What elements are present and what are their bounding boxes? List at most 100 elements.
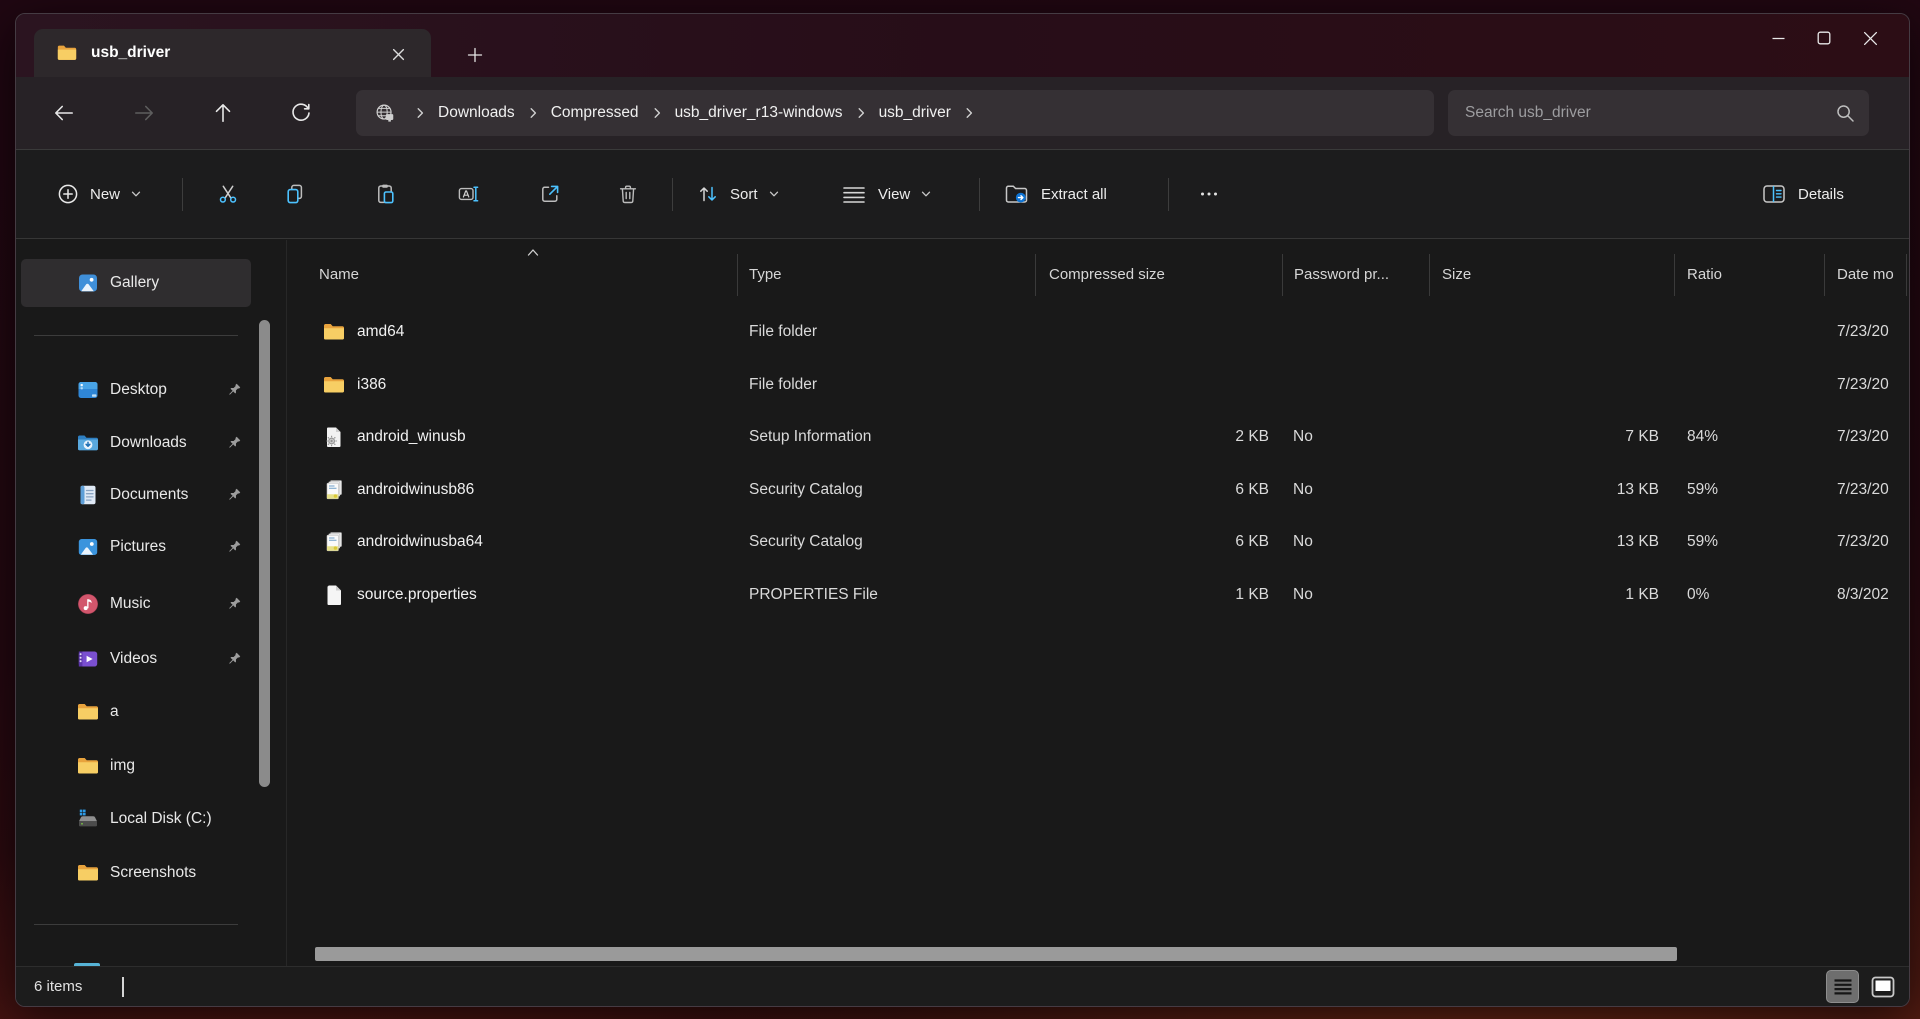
pictures-icon (76, 535, 100, 559)
breadcrumb-chevron-icon[interactable] (855, 107, 867, 119)
details-pane-button[interactable]: Details (1756, 150, 1848, 238)
share-button[interactable] (530, 174, 570, 214)
toolbar-divider (979, 178, 980, 211)
rename-icon (456, 182, 480, 206)
column-header-password[interactable]: Password pr... (1294, 266, 1389, 283)
sidebar-item-pictures[interactable]: Pictures (21, 523, 251, 571)
file-date-modified: 7/23/20 (1837, 323, 1889, 341)
pin-icon (225, 595, 243, 613)
folder-icon (322, 373, 346, 397)
sidebar-item-img[interactable]: img (21, 742, 251, 790)
back-button[interactable] (44, 93, 84, 133)
column-divider[interactable] (1429, 254, 1430, 296)
pin-icon (225, 434, 243, 452)
paste-button[interactable] (366, 174, 406, 214)
table-row[interactable]: android_winusb Setup Information 2 KB No… (287, 411, 1909, 464)
sidebar-item-downloads[interactable]: Downloads (21, 419, 251, 467)
file-name: androidwinusba64 (357, 533, 483, 551)
column-divider[interactable] (1906, 254, 1907, 296)
details-view-toggle[interactable] (1826, 970, 1859, 1003)
breadcrumb-chevron-icon[interactable] (651, 107, 663, 119)
close-button[interactable] (1847, 20, 1893, 56)
table-row[interactable]: androidwinusb86 Security Catalog 6 KB No… (287, 464, 1909, 517)
breadcrumb-item[interactable]: usb_driver_r13-windows (675, 104, 843, 122)
table-row[interactable]: androidwinusba64 Security Catalog 6 KB N… (287, 516, 1909, 569)
file-size: 7 KB (1442, 428, 1659, 446)
refresh-button[interactable] (281, 93, 321, 133)
minimize-button[interactable] (1755, 20, 1801, 56)
sidebar-item-label: Pictures (110, 538, 166, 556)
sidebar-item-gallery[interactable]: Gallery (21, 259, 251, 307)
new-button[interactable]: New (52, 150, 146, 238)
file-name: android_winusb (357, 428, 466, 446)
sidebar-separator (34, 924, 238, 925)
breadcrumb-item[interactable]: usb_driver (879, 104, 951, 122)
view-button[interactable]: View (836, 150, 936, 238)
forward-button[interactable] (124, 93, 164, 133)
sidebar-item-screenshots[interactable]: Screenshots (21, 849, 251, 897)
up-button[interactable] (203, 93, 243, 133)
breadcrumb-item[interactable]: Compressed (551, 104, 639, 122)
copy-button[interactable] (275, 174, 315, 214)
horizontal-scrollbar[interactable] (315, 947, 1677, 961)
extract-folder-icon (1003, 180, 1031, 208)
column-header-name[interactable]: Name (319, 266, 359, 283)
sort-label: Sort (730, 186, 758, 203)
sidebar-item-videos[interactable]: Videos (21, 635, 251, 683)
maximize-button[interactable] (1801, 20, 1847, 56)
search-icon[interactable] (1835, 103, 1855, 123)
column-divider[interactable] (737, 254, 738, 296)
sort-button[interactable]: Sort (692, 150, 784, 238)
file-name: amd64 (357, 323, 404, 341)
sidebar-item-label: Local Disk (C:) (110, 810, 212, 828)
extract-all-label: Extract all (1041, 186, 1107, 203)
column-header-date-modified[interactable]: Date mo (1837, 266, 1894, 283)
search-box[interactable] (1448, 90, 1869, 136)
breadcrumb-item[interactable]: Downloads (438, 104, 515, 122)
column-divider[interactable] (1282, 254, 1283, 296)
column-header-compressed-size[interactable]: Compressed size (1049, 266, 1165, 283)
delete-button[interactable] (608, 174, 648, 214)
sidebar-item-label: Screenshots (110, 864, 196, 882)
sidebar-item-music[interactable]: Music (21, 580, 251, 628)
globe-monitor-icon[interactable] (374, 102, 396, 124)
see-more-button[interactable] (1189, 174, 1229, 214)
tab-usb-driver[interactable]: usb_driver (34, 29, 431, 77)
sidebar-item-desktop[interactable]: Desktop (21, 366, 251, 414)
column-divider[interactable] (1824, 254, 1825, 296)
column-header-type[interactable]: Type (749, 266, 782, 283)
new-tab-button[interactable] (459, 39, 491, 71)
sidebar-scrollbar[interactable] (259, 320, 270, 787)
downloads-icon (76, 431, 100, 455)
file-type: Security Catalog (749, 481, 863, 499)
breadcrumb-chevron-icon[interactable] (963, 107, 975, 119)
column-divider[interactable] (1035, 254, 1036, 296)
file-size: 1 KB (1442, 586, 1659, 604)
window-controls (1755, 20, 1893, 56)
breadcrumb-chevron-icon[interactable] (414, 107, 426, 119)
folder-icon (76, 754, 100, 778)
sidebar-item-documents[interactable]: Documents (21, 471, 251, 519)
folder-icon (56, 42, 78, 64)
file-size: 13 KB (1442, 481, 1659, 499)
tab-bar: usb_driver (16, 14, 1909, 77)
sidebar-item-a[interactable]: a (21, 688, 251, 736)
details-view-icon (1830, 974, 1856, 1000)
rename-button[interactable] (448, 174, 488, 214)
column-divider[interactable] (1674, 254, 1675, 296)
breadcrumb: Downloads Compressed usb_driver_r13-window… (356, 90, 1434, 136)
pin-icon (225, 381, 243, 399)
sidebar-item-local-disk-c[interactable]: Local Disk (C:) (21, 795, 251, 843)
table-row[interactable]: source.properties PROPERTIES File 1 KB N… (287, 569, 1909, 622)
table-row[interactable]: i386 File folder 7/23/20 (287, 359, 1909, 412)
table-row[interactable]: amd64 File folder 7/23/20 (287, 306, 1909, 359)
breadcrumb-chevron-icon[interactable] (527, 107, 539, 119)
cut-button[interactable] (208, 174, 248, 214)
tab-close-icon[interactable] (386, 42, 410, 66)
column-header-size[interactable]: Size (1442, 266, 1471, 283)
column-header-ratio[interactable]: Ratio (1687, 266, 1722, 283)
file-date-modified: 7/23/20 (1837, 428, 1889, 446)
search-input[interactable] (1465, 90, 1815, 136)
thumbnail-view-toggle[interactable] (1866, 970, 1899, 1003)
extract-all-button[interactable]: Extract all (999, 150, 1111, 238)
